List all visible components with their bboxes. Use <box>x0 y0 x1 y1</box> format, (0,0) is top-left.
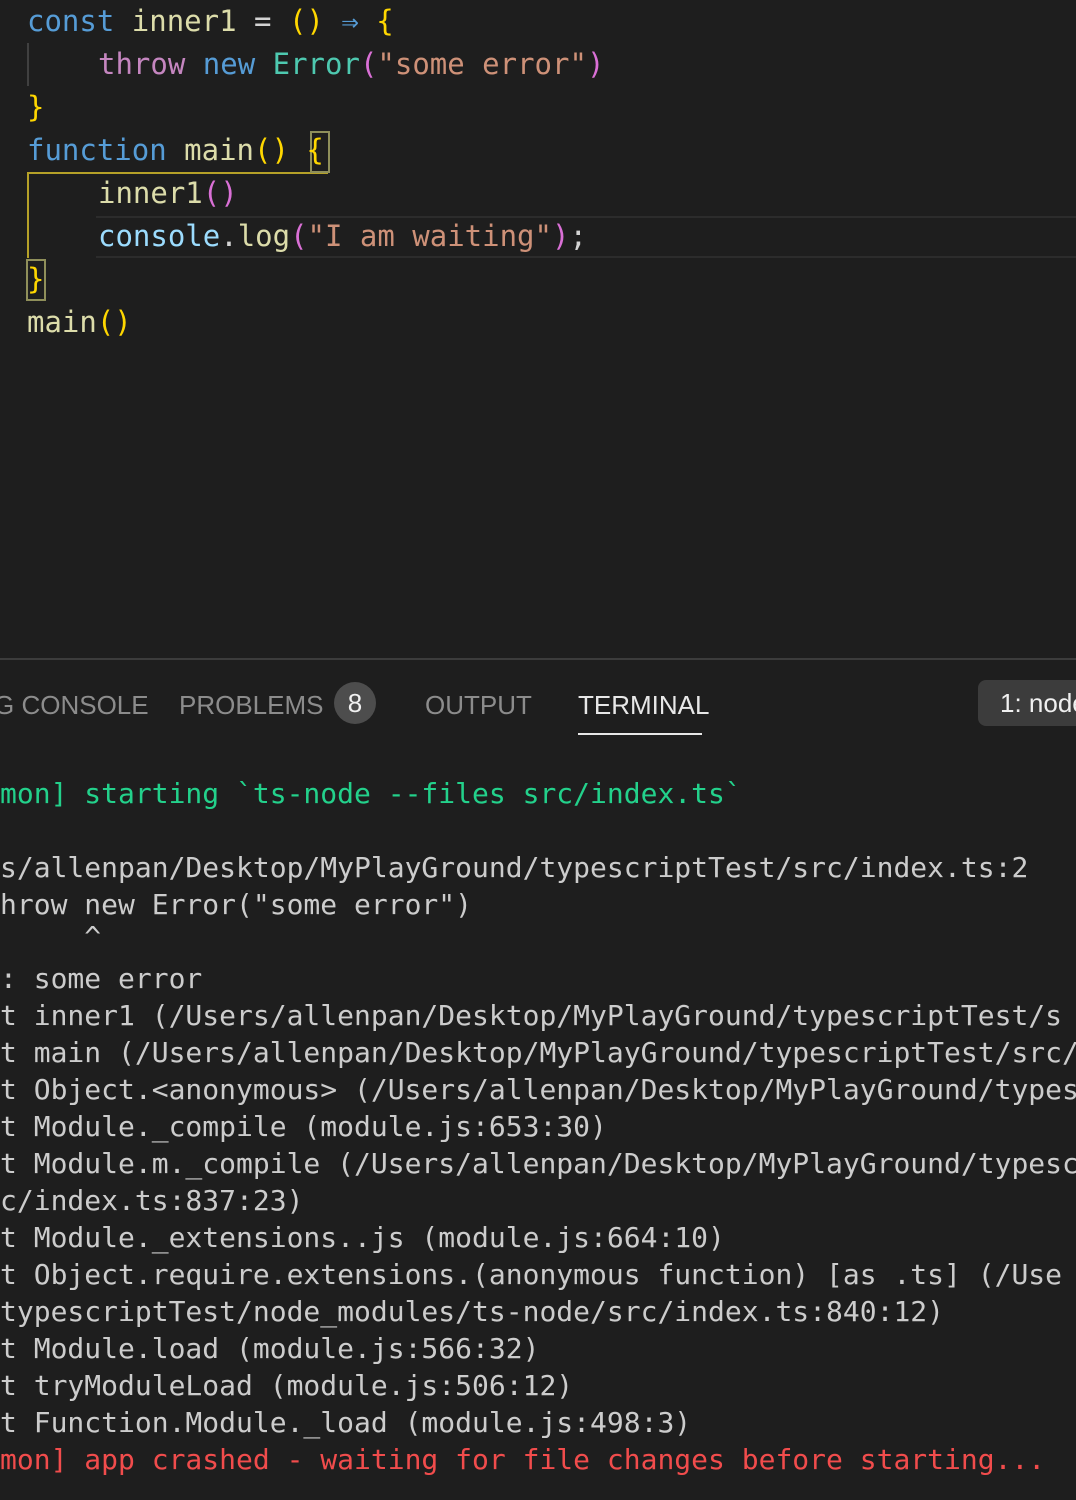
terminal-selector-label: 1: node <box>1000 688 1076 718</box>
token-operator: = <box>254 4 272 38</box>
code-line-7[interactable]: } <box>27 258 44 301</box>
token-brace: { <box>306 133 324 167</box>
tab-debug-console-prefix: G <box>0 690 15 720</box>
token-paren: () <box>254 133 289 167</box>
tab-debug-console-label: CONSOLE <box>21 690 149 720</box>
token-paren: ) <box>551 219 570 253</box>
terminal-line: s/allenpan/Desktop/MyPlayGround/typescri… <box>0 851 1029 884</box>
terminal-line: ^ <box>0 920 102 953</box>
token-function-name: main <box>184 133 254 167</box>
token-semicolon: ; <box>569 219 587 253</box>
token-string: "some error" <box>377 47 587 81</box>
token-brace: } <box>27 90 45 124</box>
code-line-4[interactable]: function main() { <box>27 129 324 172</box>
token-string: "I am waiting" <box>307 219 552 253</box>
terminal-line: t Module.load (module.js:566:32) <box>0 1332 540 1365</box>
token-keyword: throw <box>98 47 186 81</box>
terminal-line: t Object.<anonymous> (/Users/allenpan/De… <box>0 1073 1076 1106</box>
terminal-line: t inner1 (/Users/allenpan/Desktop/MyPlay… <box>0 999 1063 1032</box>
tab-problems[interactable]: PROBLEMS <box>179 687 324 723</box>
token-paren: ( <box>290 219 308 253</box>
token-brace: { <box>376 4 394 38</box>
code-line-5[interactable]: inner1() <box>98 172 238 215</box>
code-editor[interactable]: const inner1 = () ⇒ { throw new Error("s… <box>0 0 1076 658</box>
indent-guide <box>27 43 29 86</box>
token-paren: () <box>202 176 238 210</box>
tab-problems-label: PROBLEMS <box>179 690 324 720</box>
token-identifier: inner1 <box>114 4 254 38</box>
tab-terminal[interactable]: TERMINAL <box>578 687 709 723</box>
terminal-line: t Module._compile (module.js:653:30) <box>0 1110 607 1143</box>
tab-output[interactable]: OUTPUT <box>425 687 532 723</box>
terminal-line: t Object.require.extensions.(anonymous f… <box>0 1258 1063 1291</box>
code-line-3[interactable]: } <box>27 86 44 129</box>
terminal-selector-dropdown[interactable]: 1: node <box>978 680 1076 726</box>
terminal-line: mon] starting `ts-node --files src/index… <box>0 777 742 810</box>
terminal-line: t main (/Users/allenpan/Desktop/MyPlayGr… <box>0 1036 1076 1069</box>
code-line-8[interactable]: main() <box>27 301 132 344</box>
terminal-line: typescriptTest/node_modules/ts-node/src/… <box>0 1295 945 1328</box>
token-paren: () <box>288 4 324 38</box>
token-function-call: inner1 <box>98 176 203 210</box>
code-line-2[interactable]: throw new Error("some error") <box>98 43 604 86</box>
terminal-line: mon] app crashed - waiting for file chan… <box>0 1443 1046 1476</box>
terminal-line: c/index.ts:837:23) <box>0 1184 304 1217</box>
token-keyword: new <box>202 47 256 81</box>
token-keyword: function <box>27 133 167 167</box>
terminal-line: t Module.m._compile (/Users/allenpan/Des… <box>0 1147 1076 1180</box>
terminal-line: : some error <box>0 962 203 995</box>
token-arrow: ⇒ <box>341 4 359 38</box>
token-method: log <box>237 219 291 253</box>
terminal-line: t tryModuleLoad (module.js:506:12) <box>0 1369 574 1402</box>
tab-output-label: OUTPUT <box>425 690 532 720</box>
code-line-6[interactable]: console.log("I am waiting"); <box>98 215 587 258</box>
terminal-line: t Function.Module._load (module.js:498:3… <box>0 1406 692 1439</box>
token-brace: } <box>27 262 45 296</box>
token-paren: () <box>96 305 132 339</box>
token-paren: ( <box>359 47 378 81</box>
bracket-scope-guide <box>27 172 29 258</box>
tab-terminal-label: TERMINAL <box>578 690 710 720</box>
token-class: Error <box>272 47 360 81</box>
token-keyword: const <box>27 4 115 38</box>
code-line-1[interactable]: const inner1 = () ⇒ { <box>27 0 394 43</box>
panel-tab-bar: G CONSOLE PROBLEMS OUTPUT TERMINAL <box>0 660 1076 748</box>
token-function-call: main <box>27 305 97 339</box>
problems-count-badge: 8 <box>334 682 376 724</box>
token-paren: ) <box>586 47 605 81</box>
terminal-line: t Module._extensions..js (module.js:664:… <box>0 1221 725 1254</box>
token-variable: console <box>98 219 221 253</box>
tab-debug-console[interactable]: G CONSOLE <box>0 687 149 723</box>
token-dot: . <box>220 219 238 253</box>
active-tab-indicator <box>578 733 702 735</box>
